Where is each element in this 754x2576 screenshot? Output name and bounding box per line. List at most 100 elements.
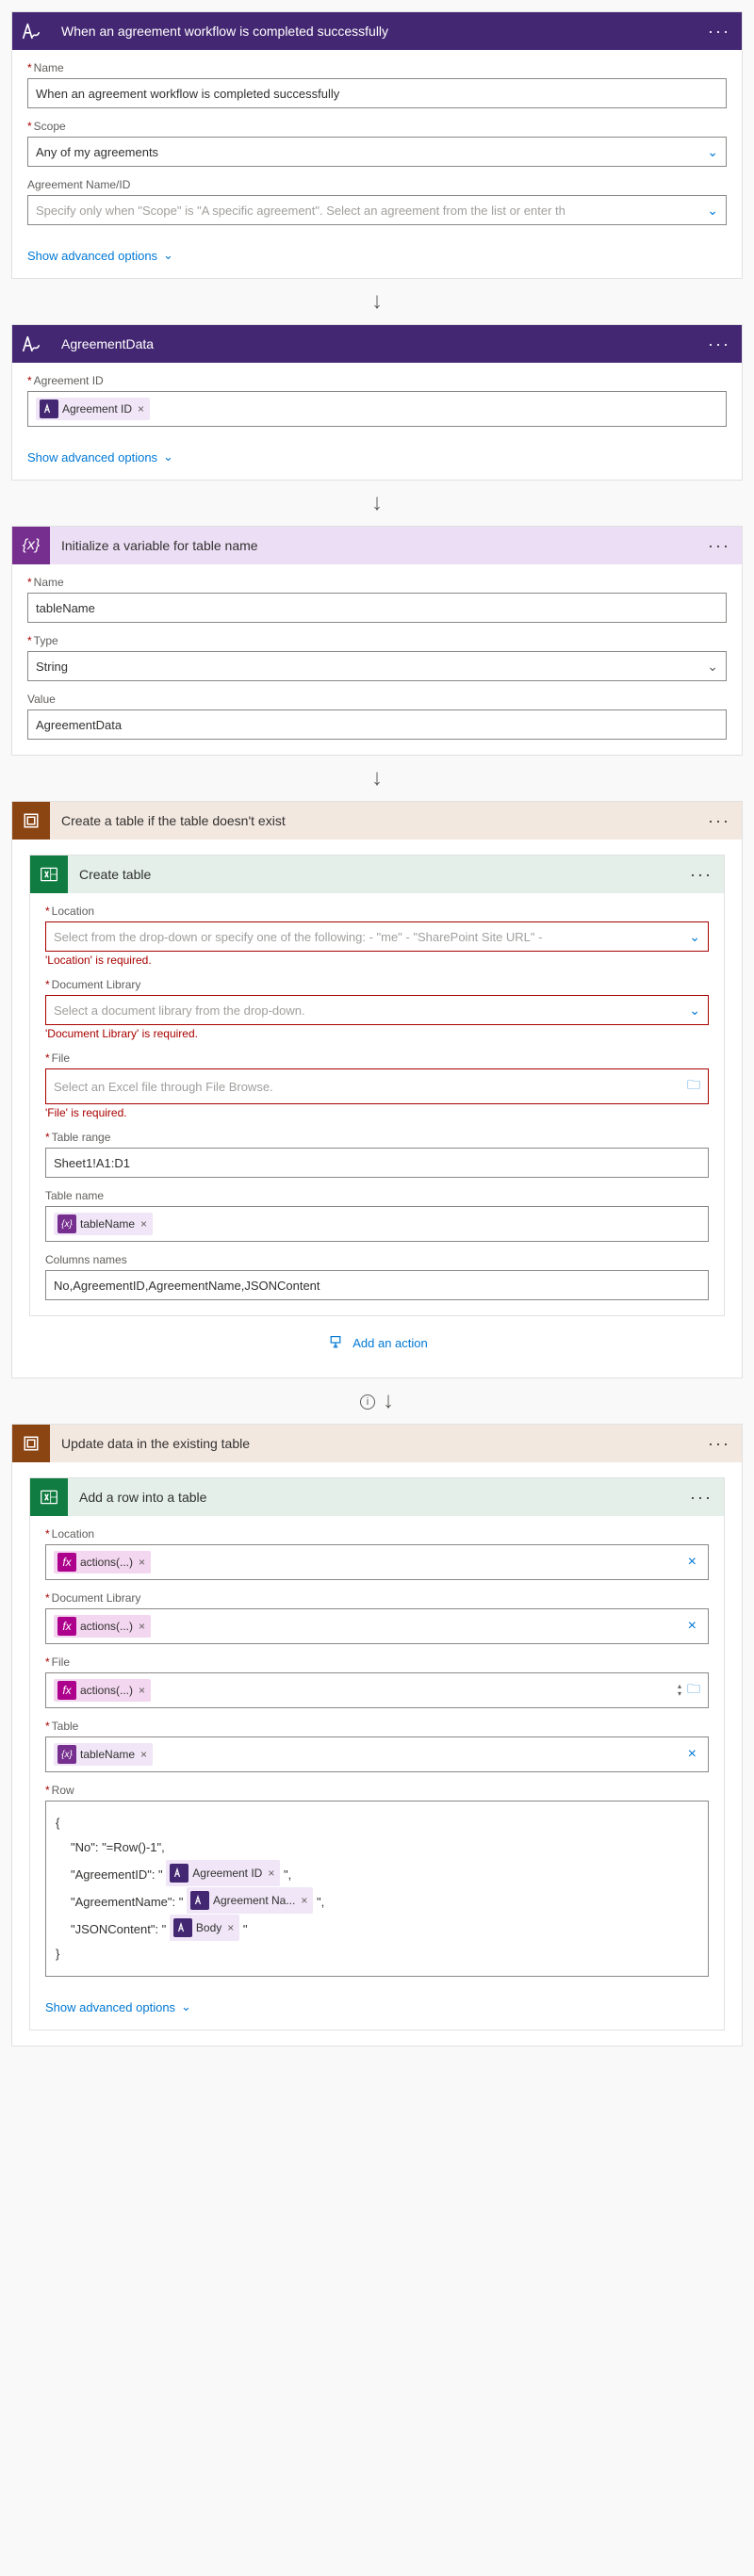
clear-icon[interactable]: ×: [684, 1618, 700, 1635]
file-label: *File: [45, 1052, 709, 1065]
fx-token[interactable]: fx actions(...) ×: [54, 1551, 151, 1573]
folder-browse-icon[interactable]: 🗀: [687, 1679, 700, 1702]
remove-token-icon[interactable]: ×: [266, 1862, 276, 1884]
advanced-options-link[interactable]: Show advanced options⌄: [12, 442, 188, 480]
scope-label: *Scope: [27, 120, 727, 133]
create-table-scope-header[interactable]: Create a table if the table doesn't exis…: [12, 802, 742, 840]
remove-token-icon[interactable]: ×: [137, 1684, 147, 1697]
more-menu-icon[interactable]: ···: [708, 811, 730, 831]
advanced-options-link[interactable]: Show advanced options⌄: [12, 240, 188, 278]
agreementdata-header[interactable]: AgreementData ···: [12, 325, 742, 363]
remove-token-icon[interactable]: ×: [136, 402, 146, 416]
add-row-header[interactable]: Add a row into a table ···: [30, 1478, 724, 1516]
file-label: *File: [45, 1655, 709, 1669]
doclib-label: *Document Library: [45, 978, 709, 991]
fx-token[interactable]: fx actions(...) ×: [54, 1615, 151, 1638]
excel-icon: [30, 1478, 68, 1516]
remove-token-icon[interactable]: ×: [137, 1620, 147, 1633]
row-input[interactable]: { "No": "=Row()-1", "AgreementID": " Agr…: [45, 1801, 709, 1977]
chevron-down-icon: ⌄: [707, 203, 718, 219]
stepper[interactable]: ▴▾: [678, 1683, 681, 1698]
chevron-down-icon: ⌄: [689, 929, 700, 945]
initialize-variable-card: {x} Initialize a variable for table name…: [11, 526, 743, 756]
table-label: *Table: [45, 1720, 709, 1733]
row-label: *Row: [45, 1784, 709, 1797]
agreement-id-input[interactable]: Agreement ID ×: [27, 391, 727, 427]
create-table-scope-card: Create a table if the table doesn't exis…: [11, 801, 743, 1378]
file-input[interactable]: Select an Excel file through File Browse…: [45, 1068, 709, 1104]
clear-icon[interactable]: ×: [684, 1746, 700, 1763]
name-input[interactable]: When an agreement workflow is completed …: [27, 78, 727, 108]
tablename-token[interactable]: {x} tableName ×: [54, 1743, 153, 1766]
agreement-select[interactable]: Specify only when "Scope" is "A specific…: [27, 195, 727, 225]
agreement-id-label: *Agreement ID: [27, 374, 727, 387]
var-value-label: Value: [27, 693, 727, 706]
remove-token-icon[interactable]: ×: [139, 1217, 149, 1231]
range-input[interactable]: Sheet1!A1:D1: [45, 1148, 709, 1178]
body-token[interactable]: Body ×: [170, 1915, 239, 1941]
var-type-select[interactable]: String ⌄: [27, 651, 727, 681]
fx-token[interactable]: fx actions(...) ×: [54, 1679, 151, 1702]
remove-token-icon[interactable]: ×: [225, 1916, 236, 1939]
variable-icon: {x}: [57, 1215, 76, 1233]
adobe-sign-icon: [12, 325, 50, 363]
file-input[interactable]: fx actions(...) × ▴▾ 🗀: [45, 1672, 709, 1708]
folder-browse-icon[interactable]: 🗀: [687, 1075, 700, 1098]
clear-icon[interactable]: ×: [684, 1554, 700, 1571]
create-table-header[interactable]: Create table ···: [30, 856, 724, 893]
variable-icon: {x}: [12, 527, 50, 564]
var-type-label: *Type: [27, 634, 727, 647]
agreement-name-token[interactable]: Agreement Na... ×: [187, 1887, 313, 1914]
trigger-title: When an agreement workflow is completed …: [61, 24, 708, 39]
more-menu-icon[interactable]: ···: [708, 334, 730, 354]
tablename-token[interactable]: {x} tableName ×: [54, 1213, 153, 1235]
file-error: 'File' is required.: [45, 1106, 709, 1119]
agreement-id-token[interactable]: Agreement ID ×: [166, 1860, 280, 1886]
fx-icon: fx: [57, 1681, 76, 1700]
more-menu-icon[interactable]: ···: [708, 22, 730, 41]
create-table-scope-title: Create a table if the table doesn't exis…: [61, 813, 708, 828]
doclib-select[interactable]: Select a document library from the drop-…: [45, 995, 709, 1025]
location-label: *Location: [45, 905, 709, 918]
table-input[interactable]: {x} tableName × ×: [45, 1736, 709, 1772]
add-action-button[interactable]: Add an action: [326, 1335, 428, 1350]
initialize-variable-title: Initialize a variable for table name: [61, 538, 708, 553]
tablename-input[interactable]: {x} tableName ×: [45, 1206, 709, 1242]
chevron-down-icon: ⌄: [689, 1003, 700, 1019]
columns-input[interactable]: No,AgreementID,AgreementName,JSONContent: [45, 1270, 709, 1300]
doclib-input[interactable]: fx actions(...) × ×: [45, 1608, 709, 1644]
remove-token-icon[interactable]: ×: [299, 1889, 309, 1912]
scope-select[interactable]: Any of my agreements ⌄: [27, 137, 727, 167]
var-name-input[interactable]: tableName: [27, 593, 727, 623]
agreementdata-title: AgreementData: [61, 336, 708, 351]
location-input[interactable]: fx actions(...) × ×: [45, 1544, 709, 1580]
var-value-input[interactable]: AgreementData: [27, 709, 727, 740]
agreement-id-token[interactable]: Agreement ID ×: [36, 398, 150, 420]
trigger-header[interactable]: When an agreement workflow is completed …: [12, 12, 742, 50]
add-row-title: Add a row into a table: [79, 1490, 690, 1505]
more-menu-icon[interactable]: ···: [708, 1434, 730, 1454]
add-action-icon: [326, 1335, 345, 1350]
doclib-label: *Document Library: [45, 1591, 709, 1605]
flow-arrow-icon: ↓: [11, 756, 743, 801]
more-menu-icon[interactable]: ···: [690, 865, 713, 885]
flow-arrow-icon: i↓: [11, 1378, 743, 1424]
fx-icon: fx: [57, 1617, 76, 1636]
chevron-down-icon: ⌄: [163, 449, 173, 465]
scope-icon: [12, 1425, 50, 1462]
update-table-scope-header[interactable]: Update data in the existing table ···: [12, 1425, 742, 1462]
remove-token-icon[interactable]: ×: [137, 1556, 147, 1569]
location-label: *Location: [45, 1527, 709, 1541]
flow-arrow-icon: ↓: [11, 481, 743, 526]
variable-icon: {x}: [57, 1745, 76, 1764]
remove-token-icon[interactable]: ×: [139, 1748, 149, 1761]
more-menu-icon[interactable]: ···: [708, 536, 730, 556]
excel-icon: [30, 856, 68, 893]
more-menu-icon[interactable]: ···: [690, 1488, 713, 1508]
info-icon[interactable]: i: [360, 1394, 375, 1410]
location-select[interactable]: Select from the drop-down or specify one…: [45, 921, 709, 952]
columns-label: Columns names: [45, 1253, 709, 1266]
update-table-scope-title: Update data in the existing table: [61, 1436, 708, 1451]
initialize-variable-header[interactable]: {x} Initialize a variable for table name…: [12, 527, 742, 564]
advanced-options-link[interactable]: Show advanced options⌄: [30, 1992, 206, 2030]
